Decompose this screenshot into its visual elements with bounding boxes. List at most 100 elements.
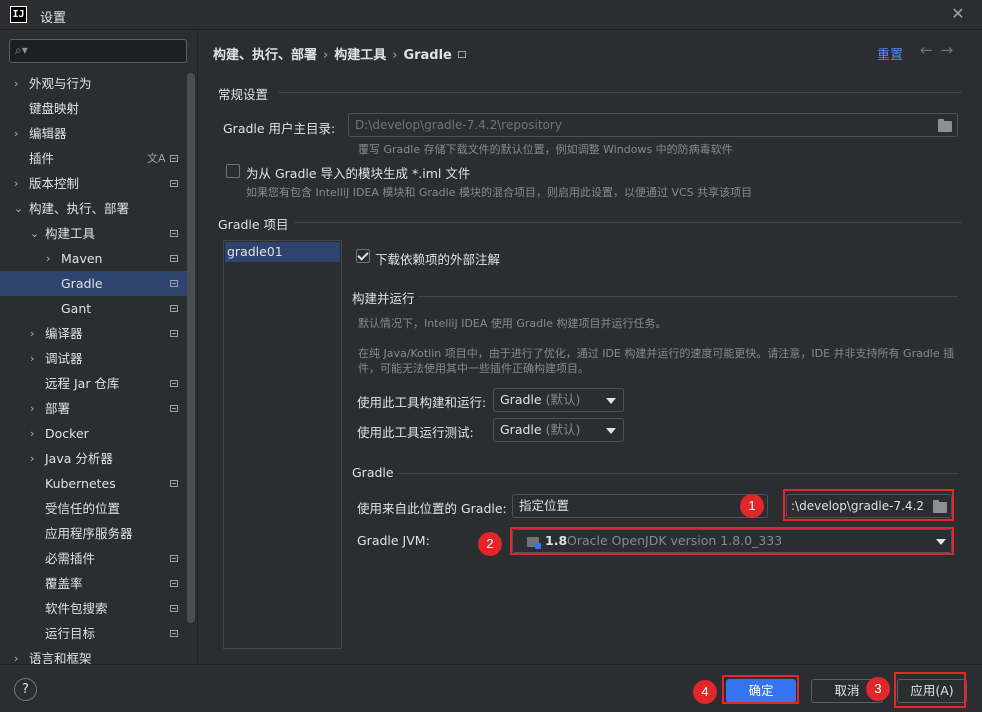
dropdown-value: 指定位置 bbox=[519, 498, 570, 513]
build-run-section-title: 构建并运行 bbox=[352, 291, 415, 306]
settings-mark-icon bbox=[170, 630, 178, 637]
chevron-down-icon: ⌄ bbox=[30, 227, 40, 240]
sidebar-item-docker[interactable]: › Docker bbox=[0, 421, 186, 446]
chevron-right-icon: › bbox=[46, 252, 51, 265]
settings-mark-icon bbox=[170, 580, 178, 587]
annotation-box-1 bbox=[783, 489, 954, 521]
settings-mark-icon bbox=[170, 280, 178, 287]
separator bbox=[294, 222, 962, 223]
sidebar-item-label: 应用程序服务器 bbox=[45, 526, 133, 541]
use-gradle-from-dropdown[interactable]: 指定位置 bbox=[512, 494, 768, 518]
project-section-title: Gradle 项目 bbox=[218, 217, 289, 232]
separator bbox=[418, 296, 958, 297]
dropdown-default: (默认) bbox=[545, 422, 581, 437]
sidebar-item-label: Kubernetes bbox=[45, 476, 116, 491]
annotation-badge-3: 3 bbox=[866, 677, 890, 701]
chevron-right-icon: › bbox=[14, 652, 19, 664]
sidebar-item-label: Gant bbox=[61, 301, 92, 316]
sidebar-item-maven[interactable]: › Maven bbox=[0, 246, 186, 271]
sidebar-item-label: 受信任的位置 bbox=[45, 501, 121, 516]
sidebar-item-label: 编辑器 bbox=[29, 126, 67, 141]
sidebar-item-coverage[interactable]: 覆盖率 bbox=[0, 571, 186, 596]
sidebar-item-build-execution-deployment[interactable]: ⌄ 构建、执行、部署 bbox=[0, 196, 186, 221]
back-arrow-icon[interactable]: ← bbox=[920, 41, 941, 59]
breadcrumb-item[interactable]: 构建工具 bbox=[334, 48, 386, 63]
dialog-footer: ? 确定 4 取消 应用(A) 3 bbox=[0, 664, 982, 712]
sidebar-item-trusted-locations[interactable]: 受信任的位置 bbox=[0, 496, 186, 521]
chevron-right-icon: › bbox=[30, 352, 35, 365]
sidebar-item-gant[interactable]: Gant bbox=[0, 296, 186, 321]
sidebar-item-debugger[interactable]: › 调试器 bbox=[0, 346, 186, 371]
breadcrumb-separator: › bbox=[392, 48, 398, 63]
download-annotations-checkbox[interactable] bbox=[356, 249, 370, 263]
sidebar-item-label: 键盘映射 bbox=[29, 101, 80, 116]
user-home-value: D:\develop\gradle-7.4.2\repository bbox=[355, 118, 562, 132]
dropdown-value: Gradle bbox=[500, 422, 542, 437]
reset-link[interactable]: 重置 bbox=[877, 44, 903, 63]
breadcrumb-item[interactable]: 构建、执行、部署 bbox=[213, 48, 317, 63]
settings-mark-icon bbox=[170, 230, 178, 237]
sidebar-item-build-tools[interactable]: ⌄ 构建工具 bbox=[0, 221, 186, 246]
build-run-hint: 在纯 Java/Kotlin 项目中，由于进行了优化，通过 IDE 构建并运行的… bbox=[358, 347, 955, 360]
sidebar-item-label: Java 分析器 bbox=[45, 451, 113, 466]
chevron-down-icon: ⌄ bbox=[14, 202, 24, 215]
build-run-hint: 件，可能无法使用其中一些插件正确构建项目。 bbox=[358, 362, 589, 375]
sidebar-item-gradle[interactable]: Gradle bbox=[0, 271, 195, 296]
sidebar-item-app-servers[interactable]: 应用程序服务器 bbox=[0, 521, 186, 546]
sidebar-item-appearance[interactable]: › 外观与行为 bbox=[0, 71, 186, 96]
sidebar-item-label: 版本控制 bbox=[29, 176, 80, 191]
sidebar-item-languages-frameworks[interactable]: › 语言和框架 bbox=[0, 646, 186, 664]
chevron-right-icon: › bbox=[14, 127, 19, 140]
settings-mark-icon bbox=[170, 255, 178, 262]
gradle-section-title: Gradle bbox=[352, 465, 394, 480]
sidebar-scrollbar[interactable] bbox=[187, 73, 195, 623]
title-bar: IJ 设置 ✕ bbox=[0, 0, 982, 30]
sidebar-item-required-plugins[interactable]: 必需插件 bbox=[0, 546, 186, 571]
settings-main-panel: 构建、执行、部署 › 构建工具 › Gradle 重置 ←→ 常规设置 Gradle 用… bbox=[198, 31, 982, 664]
chevron-right-icon: › bbox=[30, 452, 35, 465]
chevron-right-icon: › bbox=[14, 77, 19, 90]
user-home-field[interactable]: D:\develop\gradle-7.4.2\repository bbox=[348, 113, 958, 137]
sidebar-item-label: 调试器 bbox=[45, 351, 83, 366]
sidebar-item-editor[interactable]: › 编辑器 bbox=[0, 121, 186, 146]
window-title: 设置 bbox=[40, 11, 67, 26]
sidebar-item-compiler[interactable]: › 编译器 bbox=[0, 321, 186, 346]
sidebar-item-java-profiler[interactable]: › Java 分析器 bbox=[0, 446, 186, 471]
sidebar-item-label: 必需插件 bbox=[45, 551, 96, 566]
build-run-dropdown[interactable]: Gradle (默认) bbox=[493, 388, 624, 412]
chevron-down-icon bbox=[606, 428, 616, 434]
chevron-right-icon: › bbox=[14, 177, 19, 190]
settings-mark-icon bbox=[170, 305, 178, 312]
build-run-label: 使用此工具构建和运行: bbox=[357, 395, 487, 410]
translate-icon: 文A bbox=[147, 152, 166, 165]
help-button[interactable]: ? bbox=[14, 678, 37, 701]
sidebar-item-plugins[interactable]: 插件 文A bbox=[0, 146, 186, 171]
intellij-logo-icon: IJ bbox=[10, 6, 27, 23]
search-input[interactable]: ⌕▾ bbox=[9, 39, 187, 63]
sidebar-item-run-targets[interactable]: 运行目标 bbox=[0, 621, 186, 646]
sidebar-item-deployment[interactable]: › 部署 bbox=[0, 396, 186, 421]
breadcrumb: 构建、执行、部署 › 构建工具 › Gradle bbox=[213, 44, 466, 63]
sidebar-item-package-search[interactable]: 软件包搜索 bbox=[0, 596, 186, 621]
close-icon[interactable]: ✕ bbox=[948, 4, 968, 24]
sidebar-item-keymap[interactable]: 键盘映射 bbox=[0, 96, 186, 121]
sidebar-item-label: 运行目标 bbox=[45, 626, 96, 641]
folder-icon[interactable] bbox=[938, 119, 952, 132]
annotation-box-2 bbox=[510, 527, 954, 555]
test-label: 使用此工具运行测试: bbox=[357, 425, 474, 440]
sidebar-item-remote-jar[interactable]: 远程 Jar 仓库 bbox=[0, 371, 186, 396]
gradle-project-list[interactable]: gradle01 bbox=[223, 240, 342, 649]
sidebar-item-label: 软件包搜索 bbox=[45, 601, 108, 616]
test-dropdown[interactable]: Gradle (默认) bbox=[493, 418, 624, 442]
download-annotations-label: 下载依赖项的外部注解 bbox=[375, 252, 501, 267]
forward-arrow-icon[interactable]: → bbox=[941, 41, 962, 59]
sidebar-item-kubernetes[interactable]: Kubernetes bbox=[0, 471, 186, 496]
breadcrumb-separator: › bbox=[323, 48, 329, 63]
settings-mark-icon bbox=[170, 155, 178, 162]
general-section-title: 常规设置 bbox=[218, 87, 269, 102]
sidebar-item-vcs[interactable]: › 版本控制 bbox=[0, 171, 186, 196]
sidebar-item-label: 构建、执行、部署 bbox=[29, 201, 130, 216]
iml-checkbox[interactable] bbox=[226, 164, 240, 178]
iml-label: 为从 Gradle 导入的模块生成 *.iml 文件 bbox=[246, 166, 471, 181]
project-item-gradle01[interactable]: gradle01 bbox=[225, 242, 340, 262]
